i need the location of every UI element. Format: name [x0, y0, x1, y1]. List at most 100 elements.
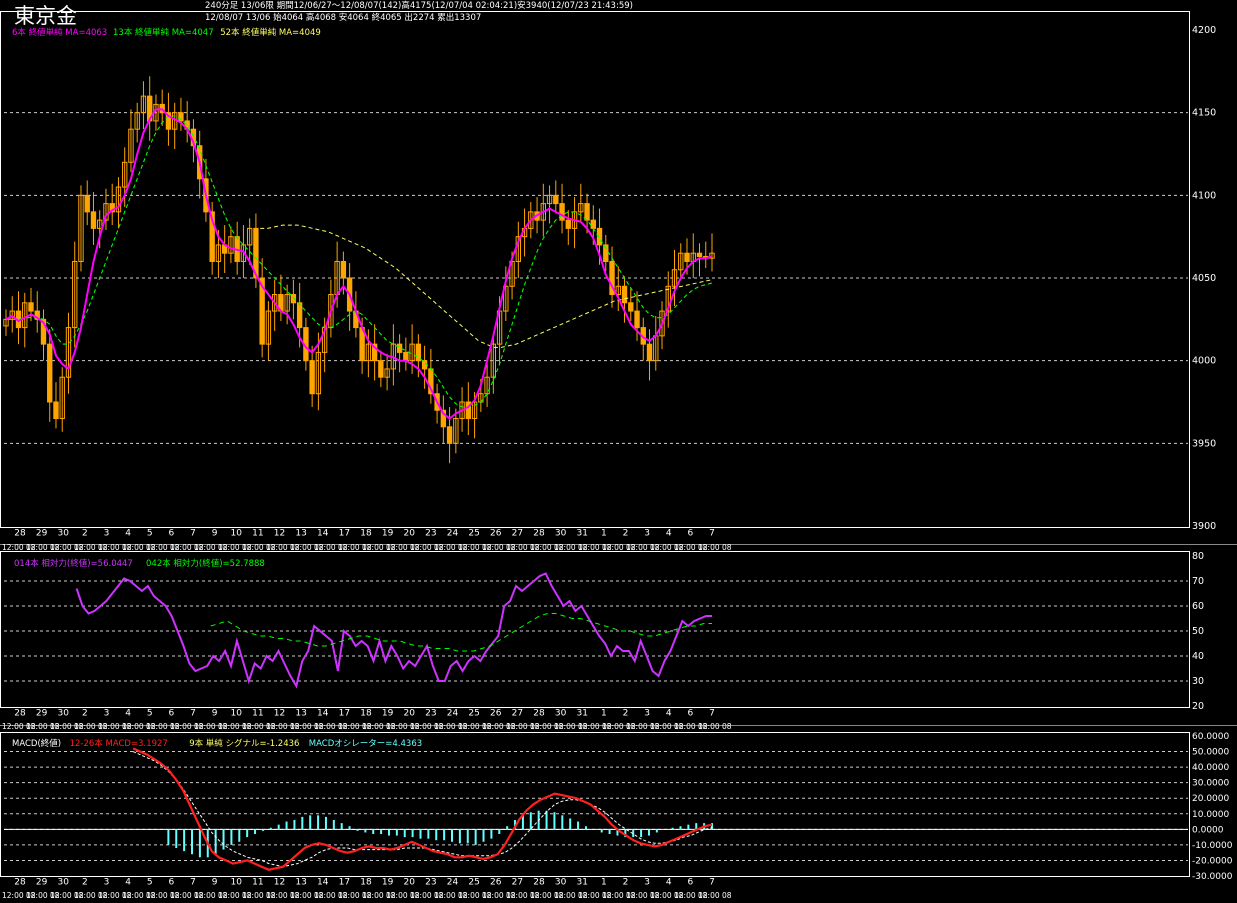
y-tick-label: -10.0000: [1192, 841, 1233, 851]
candle-body: [446, 426, 453, 444]
x-day-label: 4: [666, 709, 672, 719]
x-day-label: 4: [666, 878, 672, 888]
candle-body: [590, 219, 596, 229]
macd-panel-frame: [0, 732, 1190, 877]
x-day-label: 23: [425, 878, 436, 888]
x-day-label: 12: [274, 878, 285, 888]
x-day-label: 3: [104, 529, 110, 539]
x-day-label: 14: [317, 529, 329, 539]
legend-entry: 12-26本 MACD=3.1927: [70, 738, 168, 749]
legend-entry: MACD(終値): [12, 738, 61, 749]
candle-body: [559, 203, 565, 221]
x-day-label: 30: [555, 709, 567, 719]
x-day-label: 2: [623, 529, 629, 539]
x-day-label: 5: [147, 878, 153, 888]
y-tick-label: 0.0000: [1192, 825, 1224, 835]
candle-body: [47, 343, 53, 403]
x-day-label: 7: [709, 878, 715, 888]
x-day-label: 20: [404, 529, 416, 539]
y-tick-label: 70: [1192, 576, 1204, 587]
x-day-label: 10: [231, 529, 243, 539]
legend-entry: MACDオシレーター=4.4363: [309, 739, 422, 749]
rsi42-line: [210, 613, 712, 652]
x-day-label: 20: [404, 878, 416, 888]
x-day-label: 28: [14, 709, 26, 719]
x-day-label: 24: [447, 529, 459, 539]
x-day-label: 18: [360, 709, 372, 719]
x-time-label: 12:00 08: [698, 543, 732, 552]
x-day-label: 29: [36, 709, 48, 719]
candle-body: [378, 360, 384, 378]
x-time-label: 12:00 08: [698, 722, 732, 731]
x-day-label: 28: [14, 529, 26, 539]
x-day-label: 12: [274, 709, 285, 719]
price-panel-frame: [0, 11, 1190, 528]
candle-body: [90, 211, 97, 229]
x-day-label: 26: [490, 709, 502, 719]
candle-body: [53, 401, 59, 420]
candle-body: [415, 343, 422, 362]
legend-entry: 52本 終値単純 MA=4049: [220, 27, 321, 38]
legend-entry: 6本 終値単純 MA=4063: [12, 27, 107, 38]
x-day-label: 2: [623, 878, 629, 888]
x-day-label: 12: [274, 529, 285, 539]
candle-body: [646, 343, 653, 362]
x-day-label: 14: [317, 709, 329, 719]
chart-canvas: 39003950400040504100415042006本 終値単純 MA=4…: [0, 11, 1237, 900]
x-day-label: 27: [512, 878, 523, 888]
y-tick-label: 10.0000: [1192, 810, 1229, 820]
legend-entry: 042本 相対力(終値)=52.7888: [146, 558, 265, 569]
x-day-label: 27: [512, 709, 523, 719]
y-tick-label: 50.0000: [1192, 748, 1229, 758]
y-tick-label: 30.0000: [1192, 779, 1229, 789]
x-day-label: 13: [295, 709, 306, 719]
x-day-label: 7: [190, 529, 196, 539]
candle-body: [84, 194, 90, 213]
candle-body: [396, 343, 403, 353]
x-day-label: 5: [147, 529, 153, 539]
candle-body: [621, 285, 628, 304]
x-day-label: 6: [688, 709, 694, 719]
x-day-label: 26: [490, 529, 502, 539]
y-tick-label: 40: [1192, 651, 1204, 662]
x-day-label: 25: [468, 878, 479, 888]
y-tick-label: 20.0000: [1192, 794, 1229, 804]
candle-body: [634, 310, 640, 329]
x-day-label: 25: [468, 709, 479, 719]
legend-entry: 13本 終値単純 MA=4047: [113, 27, 214, 38]
x-day-label: 13: [295, 878, 306, 888]
candle-body: [553, 194, 559, 205]
x-day-label: 27: [512, 529, 523, 539]
x-day-label: 11: [252, 529, 263, 539]
x-day-label: 23: [425, 709, 436, 719]
y-tick-label: 4000: [1192, 356, 1216, 367]
x-day-label: 6: [169, 709, 175, 719]
x-day-label: 2: [82, 709, 88, 719]
y-tick-label: 3900: [1192, 521, 1216, 532]
x-day-label: 20: [404, 709, 416, 719]
y-tick-label: 40.0000: [1192, 763, 1229, 773]
candle-body: [296, 302, 303, 329]
macd-line: [132, 747, 713, 871]
x-day-label: 29: [36, 878, 48, 888]
x-day-label: 1: [601, 878, 607, 888]
x-day-label: 4: [125, 529, 131, 539]
x-day-label: 3: [104, 709, 110, 719]
candle-body: [403, 351, 409, 362]
x-day-label: 2: [623, 709, 629, 719]
x-day-label: 4: [125, 878, 131, 888]
x-time-label: 12:00 08: [698, 891, 732, 900]
x-day-label: 17: [339, 529, 350, 539]
y-tick-label: -20.0000: [1192, 856, 1233, 866]
x-day-label: 9: [212, 878, 218, 888]
x-day-label: 31: [577, 709, 588, 719]
x-day-label: 7: [190, 709, 196, 719]
y-tick-label: 4150: [1192, 108, 1216, 119]
y-tick-label: 4100: [1192, 190, 1216, 201]
x-day-label: 13: [295, 529, 306, 539]
x-day-label: 6: [169, 878, 175, 888]
y-tick-label: 80: [1192, 551, 1204, 562]
x-day-label: 30: [58, 878, 70, 888]
x-day-label: 7: [709, 529, 715, 539]
x-day-label: 28: [533, 529, 545, 539]
